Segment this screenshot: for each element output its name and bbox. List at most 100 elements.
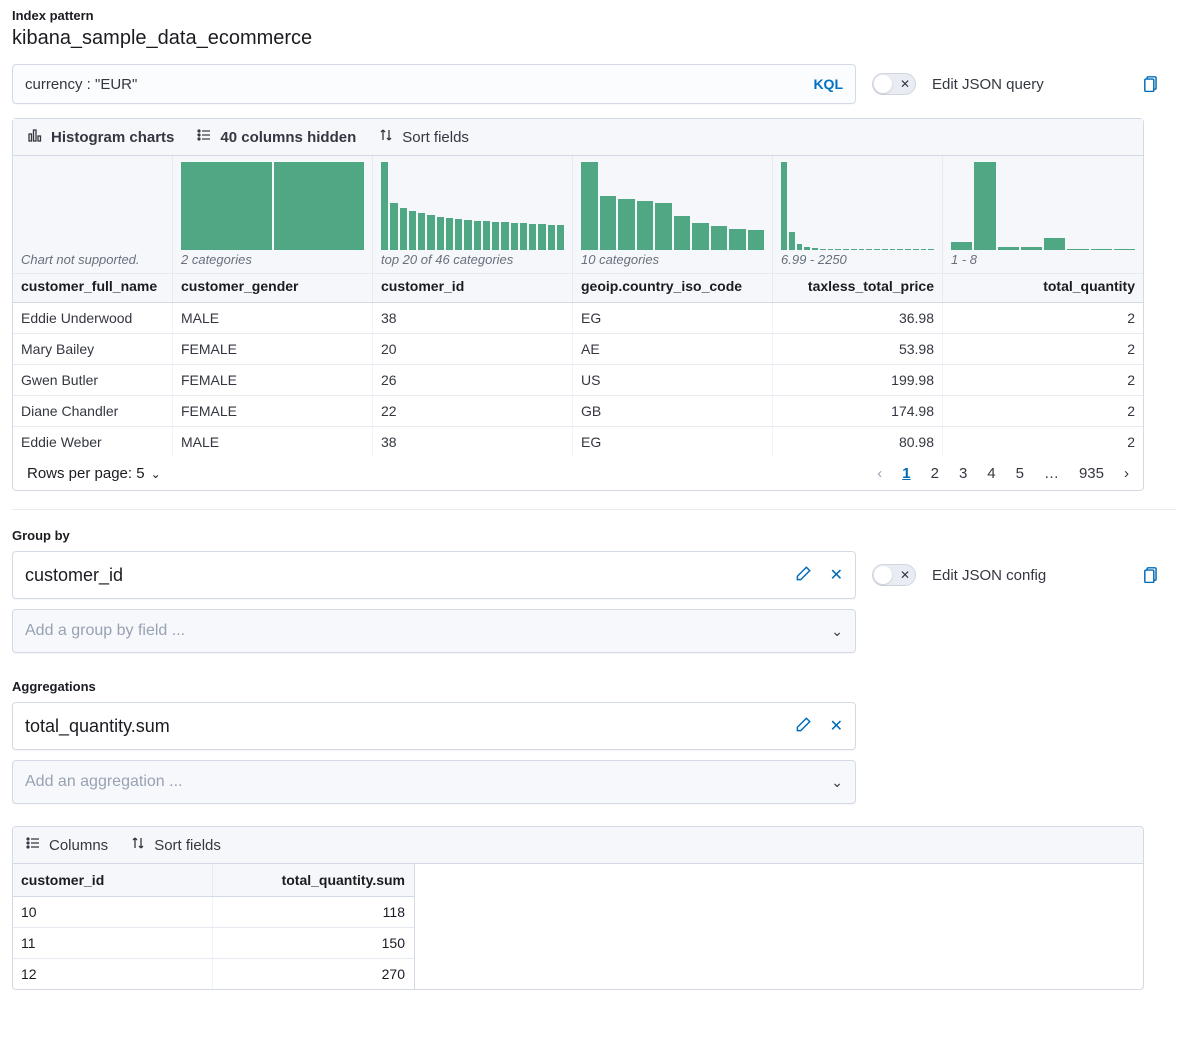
table-cell: 2 [943,303,1143,333]
rows-per-page-button[interactable]: Rows per page: 5 ⌄ [27,465,161,482]
aggregation-value: total_quantity.sum [25,716,794,737]
table-cell: Mary Bailey [13,334,173,364]
columns-hidden-button[interactable]: 40 columns hidden [196,127,356,147]
table-row[interactable]: Mary BaileyFEMALE20AE53.982 [13,334,1143,365]
columns-button[interactable]: Columns [25,835,108,855]
add-group-by-placeholder: Add a group by field ... [25,622,831,640]
table-cell: Gwen Butler [13,365,173,395]
table-row[interactable]: Diane ChandlerFEMALE22GB174.982 [13,396,1143,427]
table-cell: MALE [173,427,373,457]
table-cell: AE [573,334,773,364]
table-row[interactable]: Eddie WeberMALE38EG80.982 [13,427,1143,457]
histogram-bar [529,224,536,250]
pagination-next[interactable]: › [1124,465,1129,482]
add-aggregation-field[interactable]: Add an aggregation ... ⌄ [12,760,856,804]
column-header[interactable]: customer_id [373,274,573,302]
histogram-bar [455,219,462,250]
pagination-page[interactable]: 5 [1016,465,1024,482]
histogram-bar [390,203,397,250]
pagination-page[interactable]: 2 [931,465,939,482]
histogram-bar [409,211,416,250]
columns-icon [196,127,212,147]
table-row[interactable]: Eddie UnderwoodMALE38EG36.982 [13,303,1143,334]
table-row[interactable]: 10118 [13,897,414,928]
histogram-bar [464,220,471,250]
pagination-page[interactable]: 935 [1079,465,1104,482]
datagrid-footer: Rows per page: 5 ⌄ ‹12345…935› [13,457,1143,490]
table-cell: 53.98 [773,334,943,364]
table-cell: 38 [373,303,573,333]
group-by-label: Group by [12,528,1176,543]
table-cell: 10 [13,897,213,927]
sort-fields-label: Sort fields [402,129,469,146]
table-cell: 38 [373,427,573,457]
datagrid-header-row: customer_full_namecustomer_gendercustome… [13,274,1143,303]
pagination-page[interactable]: 4 [987,465,995,482]
edit-json-query-label: Edit JSON query [932,76,1044,93]
histogram-bar [427,215,434,250]
column-header[interactable]: geoip.country_iso_code [573,274,773,302]
result-header-customer-id[interactable]: customer_id [13,864,213,896]
add-group-by-field[interactable]: Add a group by field ... ⌄ [12,609,856,653]
sort-fields-button[interactable]: Sort fields [378,127,469,147]
histogram-bar [897,249,903,250]
table-cell: Eddie Weber [13,427,173,457]
table-cell: MALE [173,303,373,333]
column-header[interactable]: customer_gender [173,274,373,302]
histogram-bar [951,242,972,250]
clipboard-icon[interactable] [1142,565,1160,586]
sort-fields-button[interactable]: Sort fields [130,835,221,855]
histogram-chart [949,160,1137,250]
histogram-chart [179,160,366,250]
table-cell: EG [573,427,773,457]
edit-json-config-toggle[interactable]: ✕ [872,564,916,586]
histogram-bar [928,249,934,250]
query-language-badge[interactable]: KQL [805,76,843,92]
table-cell: 2 [943,427,1143,457]
table-cell: 2 [943,365,1143,395]
close-icon: ✕ [900,568,910,582]
histogram-bar [511,223,518,250]
histogram-charts-button[interactable]: Histogram charts [27,127,174,147]
edit-json-query-toggle[interactable]: ✕ [872,73,916,95]
pagination-page[interactable]: 3 [959,465,967,482]
datagrid-histogram-row: Chart not supported.2 categoriestop 20 o… [13,156,1143,274]
table-row[interactable]: 11150 [13,928,414,959]
histogram-bar [851,249,857,250]
table-row[interactable]: Gwen ButlerFEMALE26US199.982 [13,365,1143,396]
histogram-bar [974,162,995,250]
table-cell: FEMALE [173,396,373,426]
histogram-bar [812,248,818,250]
pagination-page[interactable]: 1 [902,465,910,482]
table-cell: 22 [373,396,573,426]
close-icon[interactable]: ✕ [830,716,843,736]
divider [12,509,1176,510]
aggregation-field[interactable]: total_quantity.sum ✕ [12,702,856,750]
group-by-field[interactable]: customer_id ✕ [12,551,856,599]
histogram-chart [379,160,566,250]
histogram-bar [181,162,272,250]
column-header[interactable]: customer_full_name [13,274,173,302]
table-cell: 26 [373,365,573,395]
table-cell: 2 [943,396,1143,426]
query-input[interactable] [25,76,805,93]
pagination-prev[interactable]: ‹ [877,465,882,482]
index-pattern-label: Index pattern [12,8,1176,23]
sort-icon [130,835,146,855]
table-row[interactable]: 12270 [13,959,414,989]
result-header-total-quantity-sum[interactable]: total_quantity.sum [213,864,413,896]
histogram-bar [548,225,555,250]
column-header[interactable]: total_quantity [943,274,1143,302]
clipboard-icon[interactable] [1142,74,1160,95]
pencil-icon[interactable] [794,716,812,737]
table-cell: Diane Chandler [13,396,173,426]
table-cell: 174.98 [773,396,943,426]
index-pattern-value: kibana_sample_data_ecommerce [12,27,1176,50]
table-cell: 118 [213,897,413,927]
pencil-icon[interactable] [794,565,812,586]
close-icon[interactable]: ✕ [830,565,843,585]
data-grid: Histogram charts 40 columns hidden Sort … [12,118,1144,491]
rows-per-page-label: Rows per page: 5 [27,465,145,482]
query-input-box[interactable]: KQL [12,64,856,104]
column-header[interactable]: taxless_total_price [773,274,943,302]
